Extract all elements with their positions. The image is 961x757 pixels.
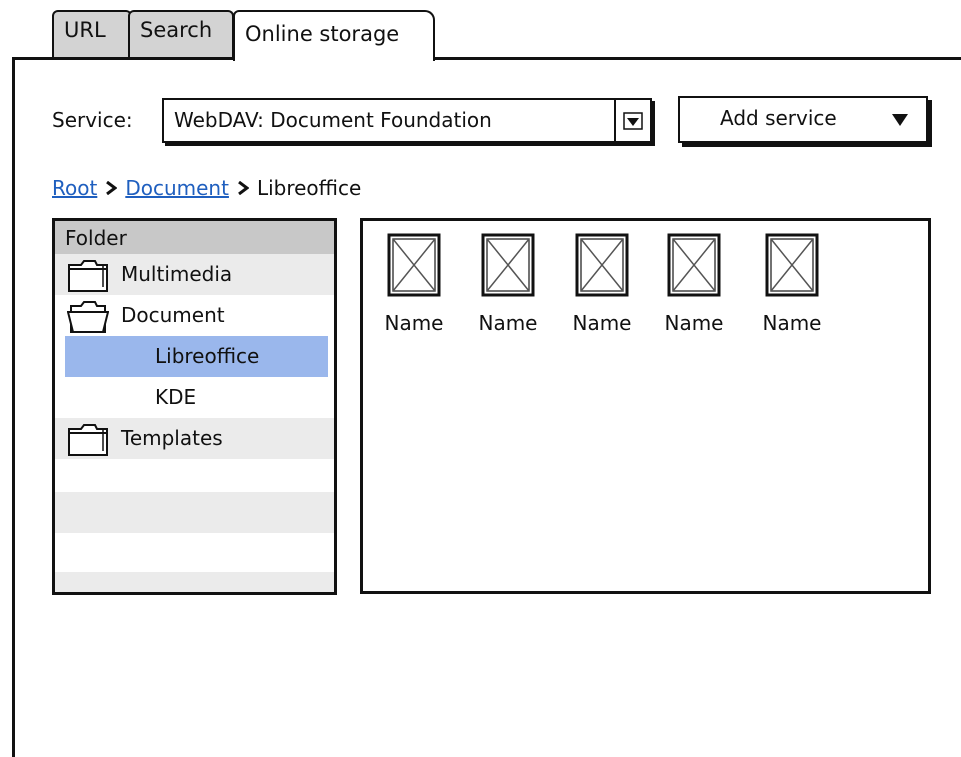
file-view: Name Name Name Name Name [360,218,931,594]
file-name: Name [572,311,632,335]
tab-search-label: Search [140,18,213,42]
folder-tree: Folder Multimedia Document Libreoffice K… [52,218,337,595]
dropdown-arrow-icon [623,111,643,130]
file-name: Name [762,311,822,335]
tree-header-label: Folder [65,226,127,250]
image-placeholder-icon [575,233,629,297]
service-selected-value: WebDAV: Document Foundation [174,108,492,132]
tree-empty-row [55,492,334,533]
file-item[interactable]: Name [473,233,543,335]
closed-folder-icon [68,424,108,456]
breadcrumb-current: Libreoffice [256,176,362,200]
tab-url[interactable]: URL [52,10,132,58]
file-name: Name [478,311,538,335]
file-item[interactable]: Name [659,233,729,335]
open-folder-icon [67,301,109,333]
tree-item-label: KDE [155,385,197,409]
chevron-right-icon [106,181,118,195]
chevron-right-icon [238,181,249,195]
service-label: Service: [52,108,133,132]
tab-url-label: URL [64,18,106,42]
dropdown-arrow-icon [892,114,908,126]
breadcrumb-root-link[interactable]: Root [52,176,97,200]
service-dropdown[interactable]: WebDAV: Document Foundation [162,98,652,143]
tree-item-libreoffice[interactable]: Libreoffice [65,336,328,377]
service-dropdown-button[interactable] [614,100,650,141]
tab-online-storage[interactable]: Online storage [233,10,435,61]
file-item[interactable]: Name [567,233,637,335]
tab-online-storage-label: Online storage [245,22,400,46]
add-service-button[interactable]: Add service [678,96,928,143]
file-name: Name [384,311,444,335]
tree-item-kde[interactable]: KDE [55,377,334,418]
file-name: Name [664,311,724,335]
closed-folder-icon [68,260,108,292]
file-item[interactable]: Name [757,233,827,335]
tree-item-templates[interactable]: Templates [55,418,334,459]
tree-item-label: Templates [121,426,223,450]
file-item[interactable]: Name [379,233,449,335]
image-placeholder-icon [387,233,441,297]
breadcrumb-document-link[interactable]: Document [125,176,229,200]
image-placeholder-icon [765,233,819,297]
image-placeholder-icon [481,233,535,297]
tab-search[interactable]: Search [128,10,234,58]
tree-item-document[interactable]: Document [55,295,334,336]
image-placeholder-icon [667,233,721,297]
tree-empty-row [55,533,334,574]
tree-item-multimedia[interactable]: Multimedia [55,254,334,295]
tree-item-label: Document [121,303,225,327]
breadcrumb: Root Document Libreoffice [52,176,361,200]
add-service-label: Add service [720,106,837,130]
tree-item-label: Libreoffice [155,344,260,368]
tree-item-label: Multimedia [121,262,233,286]
tree-empty-row [55,572,334,592]
